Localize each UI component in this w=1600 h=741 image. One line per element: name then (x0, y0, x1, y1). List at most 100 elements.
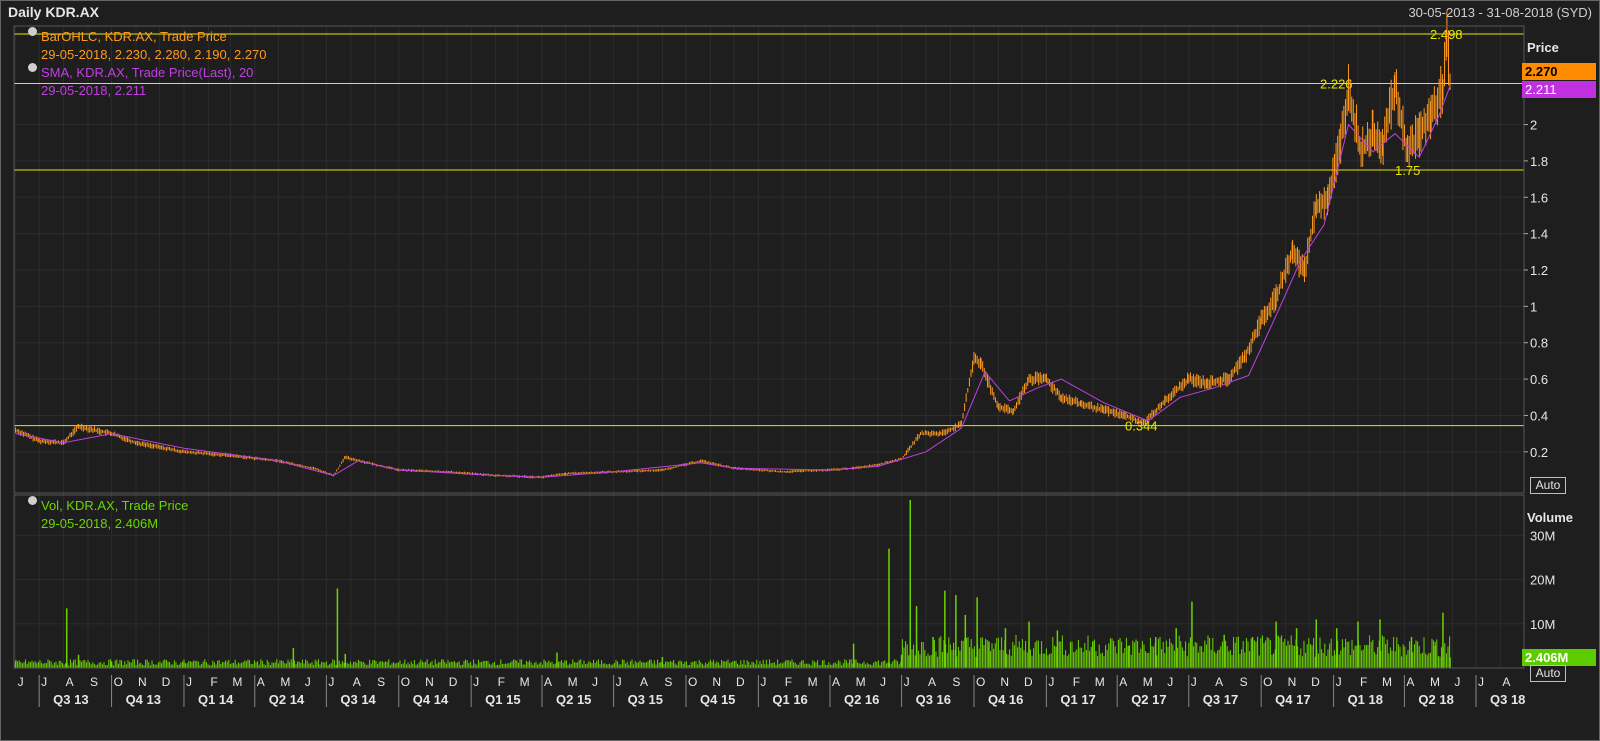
quarter-tick-label: Q4 17 (1275, 692, 1310, 707)
quarter-tick-label: Q1 16 (772, 692, 807, 707)
month-tick-label: M (520, 675, 530, 689)
month-tick-label: S (377, 675, 385, 689)
chart-window: { "header": {"title": "Daily KDR.AX", "r… (0, 0, 1600, 741)
price-tick-label: 0.4 (1530, 408, 1548, 423)
month-tick-label: F (210, 675, 217, 689)
month-tick-label: J (41, 675, 47, 689)
level-label: 2.226 (1320, 76, 1353, 91)
price-auto-button[interactable]: Auto (1530, 477, 1566, 494)
quarter-tick-label: Q3 17 (1203, 692, 1238, 707)
sma-legend-values: 29-05-2018, 2.211 (41, 83, 147, 98)
quarter-tick-label: Q2 18 (1418, 692, 1453, 707)
month-tick-label: D (449, 675, 458, 689)
quarter-tick-label: Q4 15 (700, 692, 735, 707)
price-tick-label: 1.6 (1530, 190, 1548, 205)
month-tick-label: J (880, 675, 886, 689)
month-tick-label: O (976, 675, 985, 689)
price-tick-label: 0.8 (1530, 336, 1548, 351)
quarter-tick-label: Q4 13 (126, 692, 161, 707)
quarter-tick-label: Q1 15 (485, 692, 520, 707)
quarter-tick-label: Q1 14 (198, 692, 234, 707)
price-legend: BarOHLC, KDR.AX, Trade Price 29-05-2018,… (28, 26, 267, 100)
level-label: 1.75 (1395, 163, 1420, 178)
month-tick-label: A (1119, 675, 1127, 689)
price-tick-label: 1.8 (1530, 154, 1548, 169)
month-tick-label: N (1288, 675, 1297, 689)
quarter-tick-label: Q4 14 (413, 692, 449, 707)
month-tick-label: A (353, 675, 361, 689)
volume-tick-label: 10M (1530, 617, 1555, 632)
month-tick-label: N (712, 675, 721, 689)
volume-auto-button[interactable]: Auto (1530, 665, 1566, 682)
month-tick-label: M (568, 675, 578, 689)
month-tick-label: A (257, 675, 265, 689)
month-tick-label: J (1048, 675, 1054, 689)
month-tick-label: J (616, 675, 622, 689)
ohlc-legend-name: BarOHLC, KDR.AX, Trade Price (41, 29, 227, 44)
month-tick-label: D (1024, 675, 1033, 689)
month-tick-label: J (592, 675, 598, 689)
price-tick-label: 0.6 (1530, 372, 1548, 387)
last-price-tag: 2.270 (1522, 63, 1596, 80)
month-tick-label: A (1406, 675, 1414, 689)
month-tick-label: J (305, 675, 311, 689)
month-tick-label: J (1478, 675, 1484, 689)
volume-legend: Vol, KDR.AX, Trade Price 29-05-2018, 2.4… (28, 495, 189, 533)
month-tick-label: S (664, 675, 672, 689)
quarter-tick-label: Q3 15 (628, 692, 663, 707)
month-tick-label: A (832, 675, 840, 689)
price-tick-label: 0.2 (1530, 445, 1548, 460)
quarter-tick-label: Q3 13 (53, 692, 88, 707)
month-tick-label: J (473, 675, 479, 689)
month-tick-label: N (1000, 675, 1009, 689)
last-volume-tag: 2.406M (1522, 649, 1596, 666)
vol-legend-name: Vol, KDR.AX, Trade Price (41, 498, 189, 513)
month-tick-label: S (1240, 675, 1248, 689)
month-tick-label: A (640, 675, 648, 689)
month-tick-label: A (1502, 675, 1510, 689)
chart-canvas[interactable]: 2.4982.2261.750.344 0.20.40.60.811.21.41… (0, 0, 1600, 741)
month-tick-label: N (138, 675, 147, 689)
month-tick-label: F (498, 675, 505, 689)
month-tick-label: F (1073, 675, 1080, 689)
month-tick-label: J (1191, 675, 1197, 689)
month-tick-label: M (808, 675, 818, 689)
level-label: 0.344 (1125, 419, 1158, 434)
legend-toggle-icon[interactable] (28, 495, 37, 505)
quarter-tick-label: Q3 16 (916, 692, 951, 707)
quarter-tick-label: Q3 18 (1490, 692, 1525, 707)
sma-legend-name: SMA, KDR.AX, Trade Price(Last), 20 (41, 65, 254, 80)
month-tick-label: J (1167, 675, 1173, 689)
price-tick-label: 1.4 (1530, 227, 1548, 242)
month-tick-label: M (856, 675, 866, 689)
month-tick-label: J (1336, 675, 1342, 689)
legend-toggle-icon[interactable] (28, 62, 37, 72)
window-border (0, 0, 1600, 741)
month-tick-label: M (1382, 675, 1392, 689)
month-tick-label: M (232, 675, 242, 689)
month-tick-label: D (162, 675, 171, 689)
month-tick-label: S (90, 675, 98, 689)
month-tick-label: A (66, 675, 74, 689)
month-tick-label: F (785, 675, 792, 689)
quarter-tick-label: Q2 16 (844, 692, 879, 707)
legend-toggle-icon[interactable] (28, 26, 37, 36)
last-sma-tag: 2.211 (1522, 81, 1596, 98)
frame (0, 0, 1600, 741)
price-tick-label: 1 (1530, 299, 1537, 314)
month-tick-label: O (688, 675, 697, 689)
quarter-tick-label: Q4 16 (988, 692, 1023, 707)
month-tick-label: S (952, 675, 960, 689)
month-tick-label: N (425, 675, 434, 689)
quarter-tick-label: Q3 14 (340, 692, 376, 707)
month-tick-label: M (1430, 675, 1440, 689)
ohlc-legend-values: 29-05-2018, 2.230, 2.280, 2.190, 2.270 (41, 47, 267, 62)
quarter-tick-label: Q2 14 (269, 692, 305, 707)
volume-tick-label: 30M (1530, 528, 1555, 543)
month-tick-label: J (18, 675, 24, 689)
price-tick-label: 2 (1530, 118, 1537, 133)
month-tick-label: F (1360, 675, 1367, 689)
month-tick-label: J (328, 675, 334, 689)
vol-legend-values: 29-05-2018, 2.406M (41, 516, 159, 531)
month-tick-label: O (401, 675, 410, 689)
